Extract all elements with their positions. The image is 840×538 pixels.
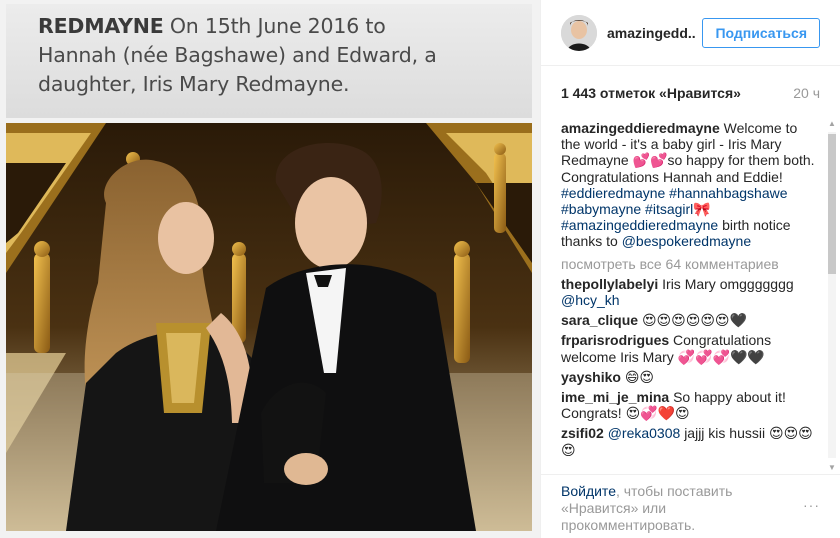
comment-author[interactable]: thepollylabelyi bbox=[561, 276, 658, 292]
comment: thepollylabelyi Iris Mary omggggggg @hcy… bbox=[561, 276, 820, 308]
comment-text: 😄😍 bbox=[624, 368, 655, 385]
comment-text: Iris Mary omggggggg bbox=[662, 275, 794, 292]
caption-author[interactable]: amazingeddieredmayne bbox=[561, 120, 720, 136]
post-footer: Войдите, чтобы поставить «Нравится» или … bbox=[541, 474, 840, 538]
comment: frparisrodrigues Congratulations welcome… bbox=[561, 332, 820, 364]
post-time[interactable]: 20 ч bbox=[793, 85, 820, 101]
birth-notice-clipping: REDMAYNE On 15th June 2016 to Hannah (né… bbox=[6, 4, 532, 118]
post-header: amazingedd.. Подписаться bbox=[541, 0, 840, 66]
notice-line2: Hannah (née Bagshawe) and Edward, a bbox=[38, 43, 437, 67]
comment-author[interactable]: ime_mi_je_mina bbox=[561, 389, 669, 405]
comment-author[interactable]: yayshiko bbox=[561, 369, 621, 385]
login-link[interactable]: Войдите bbox=[561, 483, 616, 499]
view-all-comments-link[interactable]: посмотреть все 64 комментариев bbox=[561, 256, 820, 272]
comments-scrollbar[interactable]: ▲ ▼ bbox=[826, 118, 838, 474]
post-photo[interactable]: REDMAYNE On 15th June 2016 to Hannah (né… bbox=[0, 0, 540, 538]
notice-surname: REDMAYNE bbox=[38, 14, 164, 38]
post-stats: 1 443 отметок «Нравится» 20 ч bbox=[541, 66, 840, 120]
scroll-thumb[interactable] bbox=[828, 134, 836, 274]
comment-author[interactable]: frparisrodrigues bbox=[561, 332, 669, 348]
instagram-post-view: REDMAYNE On 15th June 2016 to Hannah (né… bbox=[0, 0, 840, 538]
comment-mention[interactable]: @hcy_kh bbox=[561, 292, 620, 308]
caption-mention[interactable]: @bespokeredmayne bbox=[622, 233, 751, 249]
caption: amazingeddieredmayne Welcome to the worl… bbox=[561, 120, 820, 250]
login-prompt: Войдите, чтобы поставить «Нравится» или … bbox=[561, 483, 771, 534]
comment: ime_mi_je_mina So happy about it! Congra… bbox=[561, 389, 820, 421]
comment-mention[interactable]: @reka0308 bbox=[608, 425, 681, 441]
likes-count[interactable]: 1 443 отметок «Нравится» bbox=[561, 85, 741, 101]
avatar[interactable] bbox=[561, 14, 597, 51]
post-username[interactable]: amazingedd.. bbox=[607, 25, 696, 41]
scroll-down-icon[interactable]: ▼ bbox=[826, 462, 838, 474]
more-options-icon[interactable]: ··· bbox=[803, 497, 820, 513]
notice-line3: daughter, Iris Mary Redmayne. bbox=[38, 72, 350, 96]
scroll-up-icon[interactable]: ▲ bbox=[826, 118, 838, 130]
post-side-panel: amazingedd.. Подписаться 1 443 отметок «… bbox=[540, 0, 840, 538]
notice-line1: On 15th June 2016 to bbox=[169, 14, 386, 38]
comment-author[interactable]: zsifi02 bbox=[561, 425, 604, 441]
follow-button[interactable]: Подписаться bbox=[702, 17, 820, 48]
comment-text: 😍😍😍😍😍😍🖤 bbox=[641, 312, 747, 329]
comment-author[interactable]: sara_clique bbox=[561, 312, 638, 328]
comment-list: amazingeddieredmayne Welcome to the worl… bbox=[561, 120, 820, 473]
comment: sara_clique 😍😍😍😍😍😍🖤 bbox=[561, 312, 820, 328]
comment: yayshiko 😄😍 bbox=[561, 369, 820, 385]
comment: zsifi02 @reka0308 jajjj kis hussii 😍😍😍😍 bbox=[561, 425, 820, 457]
red-carpet-photo bbox=[6, 123, 532, 531]
